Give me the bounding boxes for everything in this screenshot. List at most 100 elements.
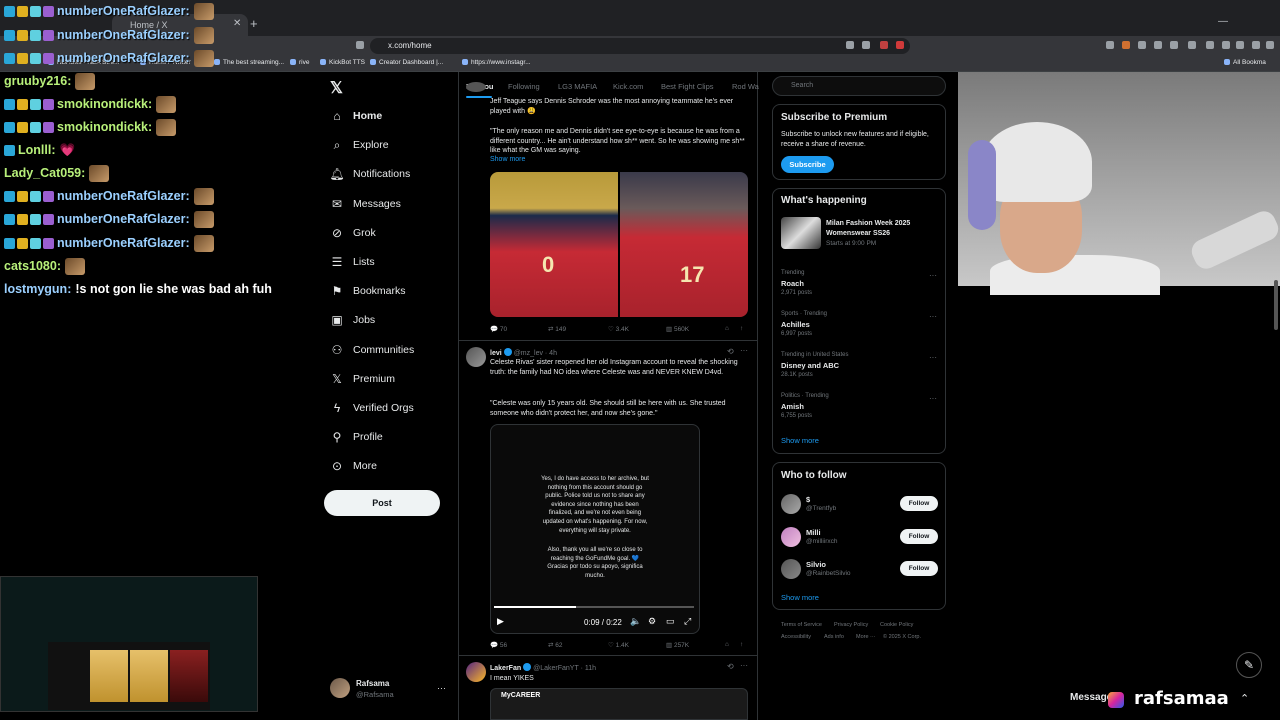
chat-username[interactable]: gruuby216: [4, 74, 71, 88]
close-tab-icon[interactable]: ✕ [233, 18, 241, 29]
footer-link[interactable]: More ··· [856, 634, 876, 640]
tweet-image[interactable]: 17 [620, 172, 748, 317]
scrollbar[interactable] [1274, 280, 1278, 330]
pip-icon[interactable]: ▭ [666, 616, 675, 627]
extension-icon[interactable] [1154, 41, 1162, 49]
avatar[interactable] [781, 527, 801, 547]
avatar[interactable] [466, 662, 486, 682]
views-button[interactable]: ▥ 560K [666, 325, 689, 333]
nav-item-more[interactable]: ⊙ More [330, 454, 377, 478]
trend-name[interactable]: Amish [781, 402, 804, 411]
show-more-link[interactable]: Show more [490, 156, 525, 163]
play-icon[interactable]: ▶ [497, 616, 504, 627]
nav-item-premium[interactable]: 𝕏 Premium [330, 367, 395, 391]
avatar[interactable] [330, 678, 350, 698]
tweet-image[interactable]: MyCAREER [490, 688, 748, 720]
bookmark-icon[interactable]: ⌂ [725, 641, 729, 648]
chat-username[interactable]: numberOneRafGlazer: [57, 51, 190, 65]
nav-item-communities[interactable]: ⚇ Communities [330, 338, 415, 362]
more-icon[interactable]: ··· [740, 661, 748, 670]
more-icon[interactable]: ··· [929, 394, 937, 403]
event-thumbnail[interactable] [781, 217, 821, 249]
tab-lg3-mafia[interactable]: LG3 MAFIA [558, 82, 597, 91]
more-icon[interactable]: ··· [929, 271, 937, 280]
reply-button[interactable]: 💬 56 [490, 641, 507, 649]
sidebar-icon[interactable] [1206, 41, 1214, 49]
more-icon[interactable]: ··· [437, 683, 446, 693]
trend-name[interactable]: Disney and ABC [781, 361, 839, 370]
extension-icon[interactable] [1106, 41, 1114, 49]
extension-icon[interactable] [896, 41, 904, 49]
follow-button[interactable]: Follow [900, 529, 938, 544]
footer-link[interactable]: Privacy Policy [834, 622, 868, 628]
chat-username[interactable]: Lonlll: [18, 143, 56, 157]
like-button[interactable]: ♡ 1.4K [608, 641, 629, 649]
footer-link[interactable]: Ads info [824, 634, 844, 640]
settings-icon[interactable]: ⚙ [648, 616, 656, 627]
chat-username[interactable]: numberOneRafGlazer: [57, 28, 190, 42]
post-button[interactable]: Post [324, 490, 440, 516]
avatar[interactable] [781, 494, 801, 514]
more-icon[interactable]: ··· [740, 346, 748, 355]
extension-icon[interactable] [1222, 41, 1230, 49]
like-button[interactable]: ♡ 3.4K [608, 325, 629, 333]
chat-username[interactable]: numberOneRafGlazer: [57, 4, 190, 18]
extension-icon[interactable] [862, 41, 870, 49]
trend-name[interactable]: Achilles [781, 320, 810, 329]
retweet-button[interactable]: ⇄ 62 [548, 641, 563, 649]
grok-icon[interactable]: ⟲ [727, 347, 734, 356]
chat-username[interactable]: numberOneRafGlazer: [57, 189, 190, 203]
grok-compose-icon[interactable]: ✎ [1236, 652, 1262, 678]
extension-icon[interactable] [1122, 41, 1130, 49]
extension-icon[interactable] [1170, 41, 1178, 49]
tweet-image[interactable]: 0 [490, 172, 618, 317]
more-icon[interactable]: ··· [929, 312, 937, 321]
subscribe-button[interactable]: Subscribe [781, 156, 834, 173]
reply-button[interactable]: 💬 70 [490, 325, 507, 333]
show-more-link[interactable]: Show more [781, 436, 819, 445]
chat-username[interactable]: lostmygun: [4, 282, 71, 296]
event-title[interactable]: Milan Fashion Week 2025 Womenswear SS26 [826, 219, 936, 238]
share-icon[interactable]: ↑ [740, 325, 743, 332]
footer-link[interactable]: Terms of Service [781, 622, 822, 628]
extension-icon[interactable] [880, 41, 888, 49]
extension-icon[interactable] [1138, 41, 1146, 49]
x-logo-icon[interactable]: 𝕏 [330, 78, 343, 98]
menu-icon[interactable] [1266, 41, 1274, 49]
bookmark-item[interactable]: https://www.instagr... [462, 59, 531, 66]
nav-item-grok[interactable]: ⊘ Grok [330, 221, 376, 245]
chat-username[interactable]: numberOneRafGlazer: [57, 212, 190, 226]
fullscreen-icon[interactable]: ⤢ [684, 616, 691, 627]
chat-username[interactable]: Lady_Cat059: [4, 166, 85, 180]
profile-name[interactable]: Rafsama [356, 679, 389, 688]
avatar[interactable] [466, 347, 486, 367]
bookmark-item[interactable]: The best streaming... [214, 59, 284, 66]
new-tab-icon[interactable]: + [250, 16, 258, 31]
nav-item-notifications[interactable]: 🔔︎ Notifications [329, 162, 410, 186]
nav-item-bookmarks[interactable]: ⚑ Bookmarks [330, 279, 406, 303]
search-input[interactable]: Search [772, 76, 946, 96]
grok-icon[interactable]: ⟲ [727, 662, 734, 671]
retweet-button[interactable]: ⇄ 149 [548, 325, 566, 333]
footer-link[interactable]: Accessibility [781, 634, 811, 640]
minimize-icon[interactable]: — [1218, 16, 1228, 27]
nav-item-profile[interactable]: ⚲ Profile [330, 425, 383, 449]
nav-item-lists[interactable]: ☰ Lists [330, 250, 375, 274]
chat-username[interactable]: smokinondickk: [57, 120, 152, 134]
profile-icon[interactable] [1252, 41, 1260, 49]
extension-icon[interactable] [1188, 41, 1196, 49]
follow-name[interactable]: $ [806, 495, 810, 504]
nav-item-home[interactable]: ⌂ Home [330, 104, 382, 128]
chat-username[interactable]: cats1080: [4, 259, 61, 273]
avatar[interactable] [781, 559, 801, 579]
author-name[interactable]: LakerFan [490, 665, 521, 672]
follow-button[interactable]: Follow [900, 496, 938, 511]
show-more-link[interactable]: Show more [781, 593, 819, 602]
avatar[interactable] [466, 82, 486, 92]
url-field[interactable]: x.com/home [370, 38, 910, 54]
bookmark-item[interactable]: rive [290, 59, 309, 66]
extension-icon[interactable] [846, 41, 854, 49]
chat-username[interactable]: numberOneRafGlazer: [57, 236, 190, 250]
footer-link[interactable]: Cookie Policy [880, 622, 913, 628]
bookmark-item[interactable]: KickBot TTS [320, 59, 365, 66]
